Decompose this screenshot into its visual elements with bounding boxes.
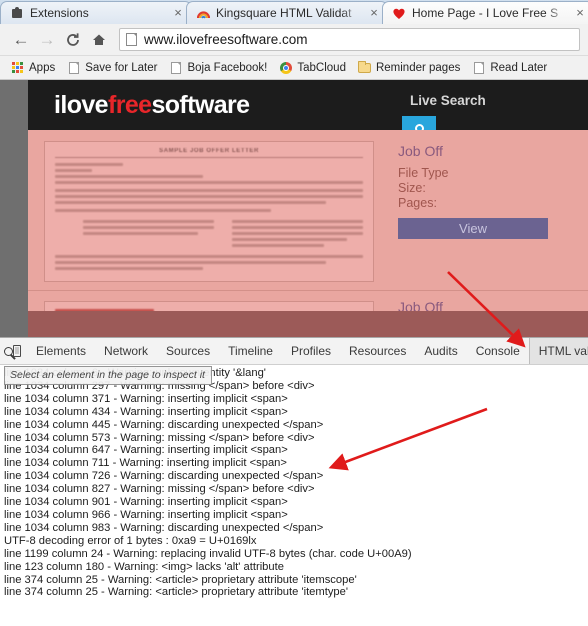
page-icon	[169, 61, 182, 75]
tab-title: Home Page - I Love Free S	[412, 6, 559, 20]
file-type-label: File Type	[398, 166, 449, 180]
close-icon[interactable]: ×	[573, 6, 587, 20]
folder-icon	[357, 60, 371, 75]
logo-part-2: free	[107, 90, 152, 119]
tab-audits[interactable]: Audits	[415, 338, 466, 364]
tab-resources[interactable]: Resources	[340, 338, 415, 364]
bookmark-label: Apps	[29, 61, 56, 74]
log-line: line 1199 column 24 - Warning: replacing…	[4, 547, 412, 560]
log-line: line 1034 column 434 - Warning: insertin…	[4, 405, 288, 418]
document-preview[interactable]: SAMPLE JOB OFFER LETTER	[44, 141, 374, 282]
bookmark-label: Reminder pages	[375, 61, 461, 74]
close-icon[interactable]: ×	[171, 6, 185, 20]
browser-tab-extensions[interactable]: Extensions ×	[0, 1, 192, 24]
view-button[interactable]: View	[398, 218, 548, 239]
site-content: SAMPLE JOB OFFER LETTER Job Off File Typ…	[28, 130, 588, 337]
bookmark-label: Save for Later	[85, 61, 158, 74]
tab-timeline[interactable]: Timeline	[219, 338, 282, 364]
devtools-tabs: Elements Network Sources Timeline Profil…	[27, 338, 588, 364]
bookmark-reminder-pages[interactable]: Reminder pages	[353, 59, 467, 77]
forward-icon[interactable]: →	[34, 27, 60, 53]
close-icon[interactable]: ×	[367, 6, 381, 20]
tab-network[interactable]: Network	[95, 338, 157, 364]
site-header: ilovefreesoftware Live Search	[28, 80, 588, 140]
tab-strip: Extensions × Kingsquare HTML Validat × H…	[0, 0, 588, 24]
apps-grid-icon	[11, 61, 24, 75]
browser-window: Extensions × Kingsquare HTML Validat × H…	[0, 0, 588, 626]
log-line: line 1034 column 647 - Warning: insertin…	[4, 444, 288, 457]
chrome-icon	[279, 61, 292, 75]
live-search-label: Live Search	[410, 93, 486, 108]
log-line: line 374 column 25 - Warning: <article> …	[4, 586, 348, 599]
document-title: Job Off	[398, 143, 443, 159]
logo-part-3: software	[151, 90, 250, 119]
document-preview-title: SAMPLE JOB OFFER LETTER	[55, 148, 363, 158]
log-line: line 374 column 25 - Warning: <article> …	[4, 573, 357, 586]
bookmark-boja-facebook[interactable]: Boja Facebook!	[164, 59, 274, 77]
back-icon[interactable]: ←	[8, 27, 34, 53]
devtools-toolbar: Elements Network Sources Timeline Profil…	[0, 338, 588, 365]
document-card: SAMPLE JOB OFFER LETTER Job Off File Typ…	[28, 135, 588, 291]
page-icon	[67, 61, 80, 75]
search-icon[interactable]	[4, 339, 13, 363]
size-label: Size:	[398, 181, 426, 195]
heart-icon	[392, 6, 406, 20]
log-line: line 1034 column 445 - Warning: discardi…	[4, 418, 324, 431]
address-bar[interactable]: www.ilovefreesoftware.com	[119, 28, 580, 51]
log-line: UTF-8 decoding error of 1 bytes : 0xa9 =…	[4, 534, 257, 547]
reload-icon[interactable]	[60, 27, 86, 53]
bookmark-read-later[interactable]: Read Later	[467, 59, 554, 77]
tab-console[interactable]: Console	[467, 338, 529, 364]
inspect-tooltip: Select an element in the page to inspect…	[4, 366, 212, 385]
bookmark-tabcloud[interactable]: TabCloud	[274, 59, 353, 77]
site-logo[interactable]: ilovefreesoftware	[54, 90, 250, 120]
browser-tab-kingsquare[interactable]: Kingsquare HTML Validat ×	[186, 1, 388, 24]
puzzle-icon	[10, 6, 24, 20]
bookmark-label: Boja Facebook!	[187, 61, 268, 74]
log-line: line 1034 column 573 - Warning: missing …	[4, 431, 315, 444]
tab-sources[interactable]: Sources	[157, 338, 219, 364]
page-viewport: ilovefreesoftware Live Search SAMPLE JOB…	[0, 80, 588, 337]
validation-results-log[interactable]: Select an element in the page to inspect…	[0, 365, 588, 599]
log-line: line 1034 column 901 - Warning: insertin…	[4, 496, 288, 509]
tab-elements[interactable]: Elements	[27, 338, 95, 364]
log-line: line 123 column 180 - Warning: <img> lac…	[4, 560, 284, 573]
bookmark-apps[interactable]: Apps	[6, 59, 62, 77]
document-meta: Job Off File Type Size: Pages: View	[398, 143, 548, 239]
log-line: line 1034 column 711 - Warning: insertin…	[4, 457, 287, 470]
bookmark-label: TabCloud	[297, 61, 346, 74]
home-icon[interactable]	[86, 27, 112, 53]
navigation-toolbar: ← → www.ilovefreesoftware.com	[0, 24, 588, 56]
log-line: line 1034 column 983 - Warning: discardi…	[4, 521, 324, 534]
log-line: line 1034 column 966 - Warning: insertin…	[4, 508, 288, 521]
tab-html-validator[interactable]: HTML validator	[528, 338, 588, 364]
bookmarks-bar: Apps Save for Later Boja Facebook! TabCl…	[0, 56, 588, 80]
bookmark-label: Read Later	[490, 61, 548, 74]
site-footer-band	[28, 311, 588, 337]
log-line: line 1034 column 726 - Warning: discardi…	[4, 470, 324, 483]
rainbow-icon	[196, 6, 210, 20]
address-bar-value: www.ilovefreesoftware.com	[144, 32, 308, 47]
tab-profiles[interactable]: Profiles	[282, 338, 340, 364]
log-line: line 1034 column 827 - Warning: missing …	[4, 483, 315, 496]
web-page: ilovefreesoftware Live Search SAMPLE JOB…	[28, 80, 588, 337]
logo-part-1: ilove	[54, 90, 109, 119]
page-icon	[126, 33, 137, 46]
page-icon	[472, 61, 485, 75]
devtools-panel: Elements Network Sources Timeline Profil…	[0, 337, 588, 599]
pages-label: Pages:	[398, 196, 437, 210]
browser-tab-ilovefreesoftware[interactable]: Home Page - I Love Free S ×	[382, 1, 588, 24]
log-line: line 1034 column 371 - Warning: insertin…	[4, 392, 288, 405]
tab-title: Extensions	[30, 6, 89, 20]
bookmark-save-for-later[interactable]: Save for Later	[62, 59, 164, 77]
tab-title: Kingsquare HTML Validat	[216, 6, 352, 20]
